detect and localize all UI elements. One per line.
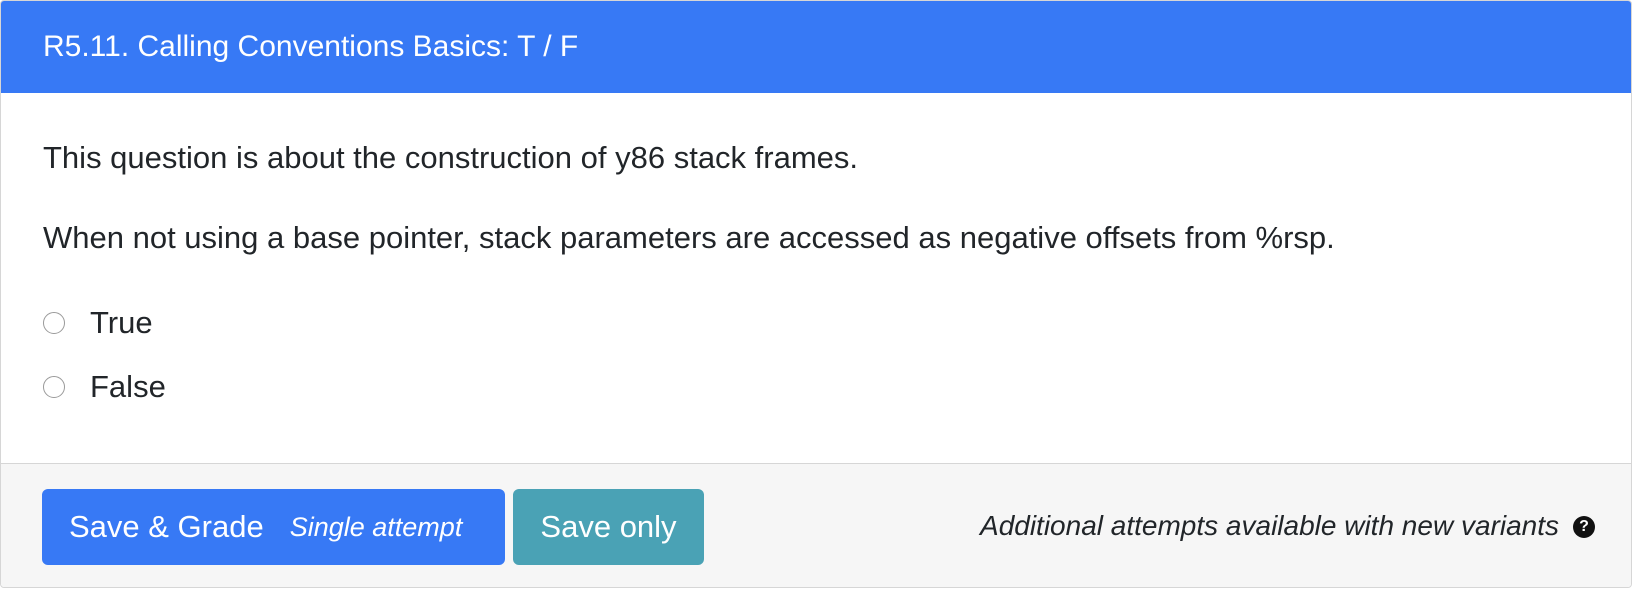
option-true-label: True <box>90 305 153 340</box>
radio-true[interactable] <box>43 312 65 334</box>
save-and-grade-button[interactable]: Save & Grade Single attempt <box>42 489 505 565</box>
option-true[interactable]: True <box>43 305 153 341</box>
question-statement: When not using a base pointer, stack par… <box>43 220 1335 255</box>
question-card: R5.11. Calling Conventions Basics: T / F… <box>0 0 1632 588</box>
single-attempt-label: Single attempt <box>289 511 463 542</box>
question-body: This question is about the construction … <box>1 93 1631 463</box>
question-header: R5.11. Calling Conventions Basics: T / F <box>1 1 1631 93</box>
question-circle-icon[interactable]: ? <box>1573 516 1595 538</box>
question-title: R5.11. Calling Conventions Basics: T / F <box>43 30 579 63</box>
question-footer: Save & Grade Single attempt Save only Ad… <box>1 463 1631 587</box>
option-false-label: False <box>90 369 166 404</box>
save-and-grade-label: Save & Grade <box>69 509 264 544</box>
option-false[interactable]: False <box>43 369 166 405</box>
question-intro: This question is about the construction … <box>43 140 859 175</box>
radio-false[interactable] <box>43 376 65 398</box>
attempts-note: Additional attempts available with new v… <box>980 510 1559 541</box>
save-only-button[interactable]: Save only <box>513 489 704 565</box>
